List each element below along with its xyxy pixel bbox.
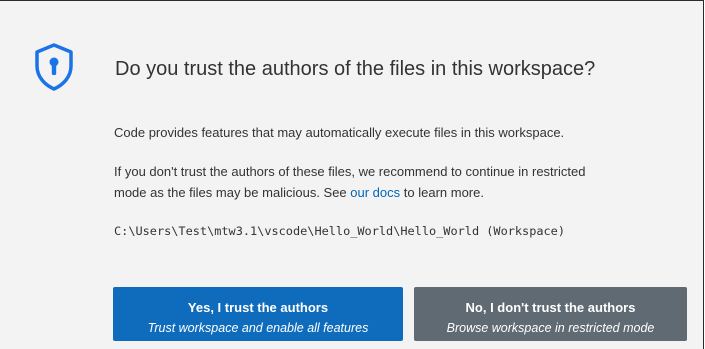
distrust-button-sublabel: Browse workspace in restricted mode <box>446 321 655 335</box>
dialog-message-recommendation: If you don't trust the authors of these … <box>114 161 585 203</box>
our-docs-link[interactable]: our docs <box>350 185 400 200</box>
trust-authors-button[interactable]: Yes, I trust the authors Trust workspace… <box>113 287 403 341</box>
dialog-title: Do you trust the authors of the files in… <box>115 58 596 80</box>
workspace-path: C:\Users\Test\mtw3.1\vscode\Hello_World\… <box>114 224 566 238</box>
workspace-trust-dialog: Do you trust the authors of the files in… <box>0 0 704 349</box>
dialog-message-features: Code provides features that may automati… <box>114 125 565 140</box>
trust-button-label: Yes, I trust the authors <box>187 300 329 315</box>
message-line-2-prefix: mode as the files may be malicious. See <box>114 185 351 200</box>
trust-button-sublabel: Trust workspace and enable all features <box>147 321 369 335</box>
shield-keyhole-icon <box>32 42 76 92</box>
distrust-authors-button[interactable]: No, I don't trust the authors Browse wor… <box>414 287 687 341</box>
message-line-1: If you don't trust the authors of these … <box>114 164 586 179</box>
message-line-2-suffix: to learn more. <box>400 185 484 200</box>
distrust-button-label: No, I don't trust the authors <box>465 300 636 315</box>
